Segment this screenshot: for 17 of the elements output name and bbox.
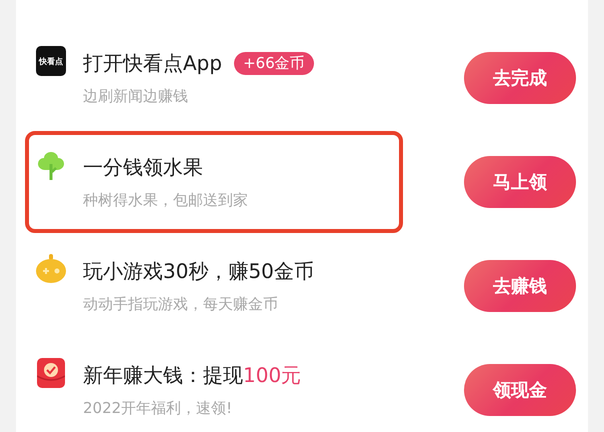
gamepad-icon: [36, 254, 66, 284]
task-description: 边刷新闻边赚钱: [83, 87, 189, 106]
task-action-button[interactable]: 去完成: [464, 52, 576, 104]
task-description: 种树得水果，包邮送到家: [83, 191, 248, 210]
coin-reward-badge: +66金币: [234, 52, 314, 75]
task-title: 一分钱领水果: [83, 154, 203, 181]
task-action-button[interactable]: 领现金: [464, 364, 576, 416]
task-action-button[interactable]: 去赚钱: [464, 260, 576, 312]
task-description: 动动手指玩游戏，每天赚金币: [83, 295, 279, 314]
task-action-button[interactable]: 马上领: [464, 156, 576, 208]
envelope-icon: [37, 358, 65, 388]
task-title: 新年赚大钱：提现100元: [83, 362, 302, 389]
tree-icon: [36, 150, 66, 180]
task-title: 打开快看点App: [83, 50, 222, 77]
task-title: 玩小游戏30秒，赚50金币: [83, 258, 314, 285]
task-description: 2022开年福利，速领!: [83, 399, 234, 418]
app-logo-icon: 快看点: [36, 46, 66, 76]
